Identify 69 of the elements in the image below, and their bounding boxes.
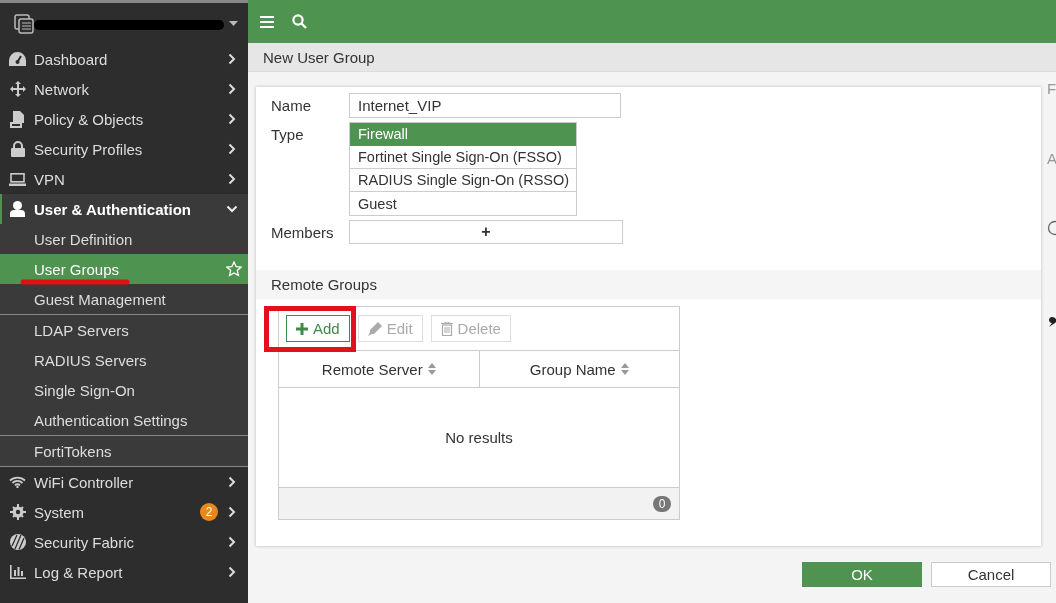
field-label: Type	[271, 125, 305, 145]
type-option[interactable]: Guest	[350, 192, 576, 215]
count-badge: 0	[653, 495, 671, 512]
sidebar-subitem[interactable]: FortiTokens	[0, 436, 248, 466]
chevron-right-icon	[228, 476, 236, 488]
sidebar-item[interactable]: Network	[0, 74, 248, 104]
page-title: New User Group	[263, 48, 375, 66]
type-option[interactable]: Firewall	[350, 123, 576, 146]
sidebar-item[interactable]: Security Profiles	[0, 134, 248, 164]
field-label: Name	[271, 97, 312, 114]
chevron-right-icon	[228, 173, 236, 185]
star-icon[interactable]	[226, 261, 242, 277]
move-arrows-icon	[9, 81, 26, 97]
plus-icon	[296, 322, 308, 335]
type-option[interactable]: RADIUS Single Sign-On (RSSO)	[350, 169, 576, 192]
striped-circle-icon	[9, 534, 26, 550]
lock-icon	[10, 141, 25, 157]
gauge-icon	[9, 52, 26, 66]
bar-chart-icon	[9, 565, 26, 579]
type-option[interactable]: Fortinet Single Sign-On (FSSO)	[350, 146, 576, 169]
side-panel-text: F	[1047, 80, 1056, 99]
name-input-field[interactable]: Internet_VIP	[349, 93, 621, 118]
column-header[interactable]: Remote Server	[279, 351, 479, 387]
sidebar-subitem[interactable]: User Definition	[0, 224, 248, 254]
sidebar-item[interactable]: System 2	[0, 497, 248, 527]
sidebar-subitem[interactable]: Guest Management	[0, 284, 248, 314]
sidebar-item[interactable]: Security Fabric	[0, 527, 248, 557]
sidebar-item[interactable]: User & Authentication	[0, 194, 248, 224]
menu-icon[interactable]	[260, 15, 274, 28]
notification-badge: 2	[200, 503, 218, 521]
device-icon	[14, 13, 34, 34]
sidebar-subitem[interactable]: Authentication Settings	[0, 405, 248, 435]
chat-icon	[1047, 316, 1056, 328]
user-icon	[10, 201, 25, 217]
sidebar-item[interactable]: VPN	[0, 164, 248, 194]
dropdown-caret-icon[interactable]	[229, 21, 238, 26]
settings-icon	[9, 504, 26, 520]
chevron-right-icon	[228, 53, 236, 65]
chevron-down-icon	[226, 205, 238, 213]
chevron-right-icon	[228, 113, 236, 125]
search-icon[interactable]	[292, 14, 307, 29]
sidebar-subitem[interactable]: Single Sign-On	[0, 375, 248, 405]
sidebar-subitem[interactable]: RADIUS Servers	[0, 345, 248, 375]
field-label: Members	[271, 223, 335, 241]
section-title: Remote Groups	[271, 276, 377, 293]
cancel-button[interactable]: Cancel	[931, 562, 1051, 587]
chevron-right-icon	[228, 506, 236, 518]
add-members-field[interactable]: +	[349, 220, 623, 244]
pencil-icon	[367, 321, 382, 336]
laptop-icon	[9, 172, 26, 186]
sidebar-item[interactable]: Policy & Objects	[0, 104, 248, 134]
document-icon	[9, 110, 26, 128]
sidebar-subitem[interactable]: LDAP Servers	[0, 315, 248, 345]
chevron-right-icon	[228, 83, 236, 95]
sort-icon[interactable]	[620, 363, 629, 375]
sidebar-item[interactable]: WiFi Controller	[0, 467, 248, 497]
sidebar-item[interactable]: Log & Report	[0, 557, 248, 587]
sidebar-subitem[interactable]: User Groups	[0, 254, 248, 284]
sort-icon[interactable]	[427, 363, 436, 375]
ok-button[interactable]: OK	[802, 562, 922, 587]
wifi-icon	[9, 476, 26, 488]
column-header[interactable]: Group Name	[478, 351, 679, 387]
chevron-right-icon	[228, 536, 236, 548]
add-button[interactable]: Add	[286, 315, 350, 342]
empty-message: No results	[445, 429, 513, 446]
sidebar-item[interactable]: Dashboard	[0, 44, 248, 74]
chevron-right-icon	[228, 143, 236, 155]
chevron-right-icon	[228, 566, 236, 578]
trash-icon	[440, 321, 453, 336]
